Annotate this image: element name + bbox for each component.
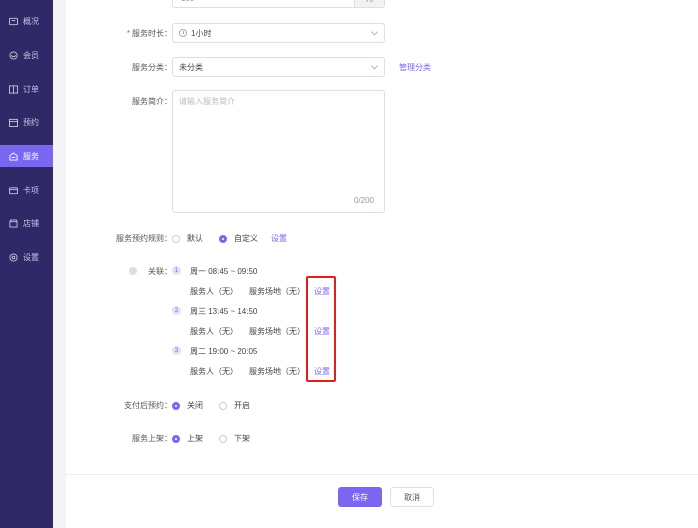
rule-venue: 服务场地（无）	[249, 327, 305, 336]
duration-label: * 服务时长：	[126, 29, 172, 38]
radio-circle	[219, 401, 227, 410]
radio-circle-checked	[172, 434, 180, 443]
pay-booking-off-radio[interactable]: 关闭	[172, 400, 203, 411]
rule-time: 周一 08:45 ~ 09:50	[190, 267, 258, 276]
booking-icon	[9, 118, 18, 127]
booking-rule-default-radio[interactable]: 默认	[172, 233, 203, 244]
overview-icon	[9, 17, 18, 26]
radio-label: 上架	[187, 434, 203, 443]
sidebar-item-label: 服务	[23, 151, 39, 161]
sidebar-item-order[interactable]: 订单	[0, 78, 53, 100]
booking-rule-label: 服务预约规则：	[116, 234, 172, 243]
rule-venue: 服务场地（无）	[249, 367, 305, 376]
rule-staff: 服务人（无）	[190, 287, 238, 296]
store-icon	[9, 218, 18, 228]
duration-select[interactable]: 1小时	[172, 23, 385, 43]
duration-value: 1小时	[191, 28, 212, 38]
intro-placeholder: 请输入服务简介	[179, 97, 235, 106]
category-select[interactable]: 未分类	[172, 57, 385, 77]
pay-booking-on-radio[interactable]: 开启	[219, 400, 250, 411]
rule-time: 周三 13:45 ~ 14:50	[190, 307, 258, 316]
service-icon	[9, 151, 18, 161]
rule-set-link[interactable]: 设置	[314, 326, 330, 337]
radio-label: 默认	[187, 234, 203, 243]
sidebar-item-label: 订单	[23, 84, 39, 94]
category-value: 未分类	[179, 62, 203, 72]
sidebar-item-card[interactable]: 卡项	[0, 179, 53, 201]
booking-rule-custom-radio[interactable]: 自定义	[219, 233, 258, 244]
manage-category-link[interactable]: 管理分类	[399, 62, 431, 73]
rule-set-link[interactable]: 设置	[314, 366, 330, 377]
rule-staff: 服务人（无）	[190, 327, 238, 336]
sidebar-item-service[interactable]: 服务	[0, 145, 53, 167]
sidebar-item-label: 会员	[23, 50, 39, 60]
sidebar-item-label: 卡项	[23, 185, 39, 195]
card-icon	[9, 186, 18, 195]
clock-icon	[179, 29, 187, 37]
sidebar: 概况 会员 订单 预约 服务 卡项 店铺 设置	[0, 0, 53, 528]
rule-index-badge: 3	[172, 346, 181, 355]
footer-divider	[66, 474, 698, 475]
sidebar-item-booking[interactable]: 预约	[0, 111, 53, 133]
radio-circle	[219, 434, 227, 443]
rule-venue: 服务场地（无）	[249, 287, 305, 296]
associate-checkbox[interactable]	[129, 267, 137, 275]
member-icon	[9, 50, 18, 60]
sidebar-item-label: 预约	[23, 117, 39, 127]
settings-icon	[9, 252, 18, 262]
sidebar-item-label: 店铺	[23, 218, 39, 228]
radio-label: 自定义	[234, 234, 258, 243]
pay-booking-label: 支付后预约：	[124, 401, 172, 410]
sidebar-item-settings[interactable]: 设置	[0, 246, 53, 268]
price-suffix: 元	[354, 0, 384, 7]
save-button[interactable]: 保存	[338, 487, 382, 507]
radio-circle-checked	[172, 401, 180, 410]
listing-label: 服务上架：	[132, 434, 172, 443]
intro-label: 服务简介：	[132, 97, 172, 106]
listing-off-radio[interactable]: 下架	[219, 433, 250, 444]
intro-textarea[interactable]: 请输入服务简介 0/200	[172, 90, 385, 213]
chevron-down-icon	[370, 28, 379, 36]
radio-label: 开启	[234, 401, 250, 410]
booking-rule-set-link[interactable]: 设置	[271, 233, 287, 244]
cancel-button[interactable]: 取消	[390, 487, 434, 507]
chevron-down-icon	[370, 62, 379, 70]
sidebar-item-label: 设置	[23, 252, 39, 262]
rule-set-link[interactable]: 设置	[314, 286, 330, 297]
category-label: 服务分类：	[132, 63, 172, 72]
rule-index-badge: 1	[172, 266, 181, 275]
order-icon	[9, 84, 18, 94]
sidebar-item-overview[interactable]: 概况	[0, 10, 53, 32]
price-value: 100	[173, 0, 354, 3]
rule-time: 周二 19:00 ~ 20:05	[190, 347, 258, 356]
intro-counter: 0/200	[353, 196, 374, 205]
listing-on-radio[interactable]: 上架	[172, 433, 203, 444]
rule-staff: 服务人（无）	[190, 367, 238, 376]
associate-label: 关联：	[148, 267, 172, 276]
radio-circle-checked	[219, 234, 227, 243]
sidebar-item-label: 概况	[23, 16, 39, 26]
main-panel: 100 元 *服务时长： 1小时 服务分类： 未分类 管理分类 服务简介： 请输…	[66, 0, 698, 528]
sidebar-item-member[interactable]: 会员	[0, 44, 53, 66]
radio-label: 下架	[234, 434, 250, 443]
price-input[interactable]: 100 元	[172, 0, 385, 8]
radio-label: 关闭	[187, 401, 203, 410]
rule-index-badge: 2	[172, 306, 181, 315]
radio-circle	[172, 234, 180, 243]
sidebar-item-store[interactable]: 店铺	[0, 212, 53, 234]
